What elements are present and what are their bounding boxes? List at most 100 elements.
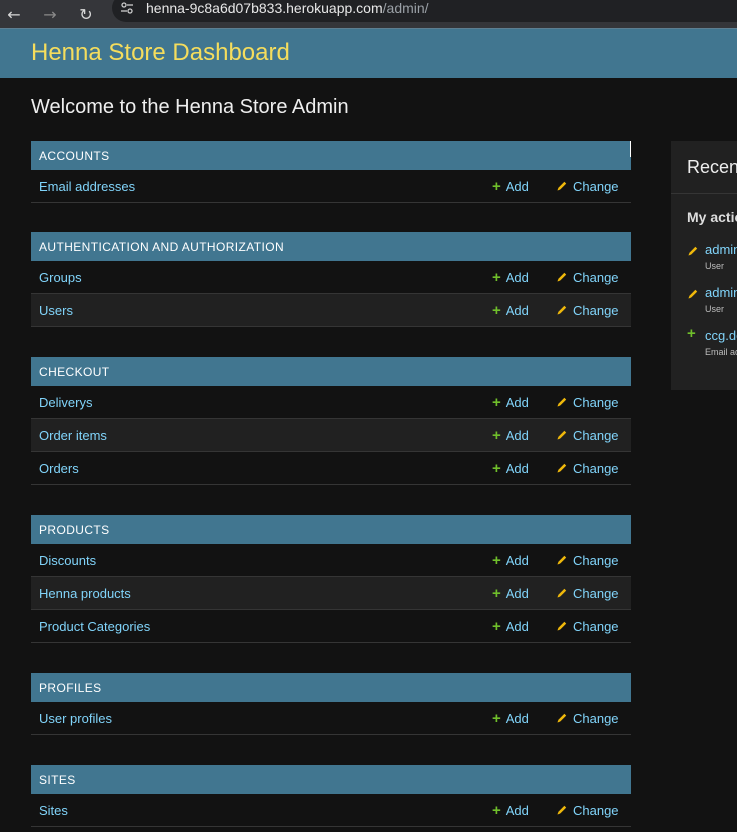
change-link[interactable]: Change — [556, 803, 619, 818]
pencil-icon — [556, 396, 568, 408]
add-label: Add — [505, 585, 529, 601]
change-link[interactable]: Change — [556, 711, 619, 726]
model-row: Orders + Add Change — [31, 452, 631, 485]
add-link[interactable]: + Add — [492, 179, 529, 194]
add-label: Add — [505, 552, 529, 568]
add-label: Add — [505, 178, 529, 194]
add-label: Add — [505, 269, 529, 285]
change-label: Change — [573, 618, 619, 634]
change-label: Change — [573, 585, 619, 601]
add-link[interactable]: + Add — [492, 711, 529, 726]
forward-icon[interactable]: → — [36, 4, 64, 24]
change-label: Change — [573, 427, 619, 443]
change-link[interactable]: Change — [556, 461, 619, 476]
plus-icon: + — [492, 301, 501, 319]
model-link[interactable]: Henna products — [39, 586, 131, 601]
model-link[interactable]: Sites — [39, 803, 68, 818]
plus-icon: + — [492, 459, 501, 477]
module-caption[interactable]: AUTHENTICATION AND AUTHORIZATION — [31, 232, 631, 261]
app-module-sites: SITES Sites + Add Change — [31, 765, 631, 827]
recent-action-link[interactable]: admin — [705, 242, 737, 257]
add-label: Add — [505, 460, 529, 476]
module-caption[interactable]: PROFILES — [31, 673, 631, 702]
address-bar[interactable]: henna-9c8a6d07b833.herokuapp.com/admin/ — [112, 0, 737, 22]
change-label: Change — [573, 710, 619, 726]
add-link[interactable]: + Add — [492, 428, 529, 443]
module-caption[interactable]: SITES — [31, 765, 631, 794]
change-label: Change — [573, 302, 619, 318]
browser-toolbar: ← → ↻ henna-9c8a6d07b833.herokuapp.com/a… — [0, 0, 737, 28]
change-link[interactable]: Change — [556, 179, 619, 194]
model-link[interactable]: Groups — [39, 270, 82, 285]
add-link[interactable]: + Add — [492, 553, 529, 568]
change-link[interactable]: Change — [556, 428, 619, 443]
back-icon[interactable]: ← — [0, 4, 28, 24]
divider — [671, 193, 737, 194]
site-brand[interactable]: Henna Store Dashboard — [31, 39, 290, 67]
model-row: Product Categories + Add Change — [31, 610, 631, 643]
add-link[interactable]: + Add — [492, 303, 529, 318]
model-row: Email addresses + Add Change — [31, 170, 631, 203]
add-link[interactable]: + Add — [492, 619, 529, 634]
model-link[interactable]: Email addresses — [39, 179, 135, 194]
model-link[interactable]: Users — [39, 303, 73, 318]
recent-action-link[interactable]: admin — [705, 285, 737, 300]
add-label: Add — [505, 618, 529, 634]
change-link[interactable]: Change — [556, 553, 619, 568]
add-link[interactable]: + Add — [492, 803, 529, 818]
model-row: Groups + Add Change — [31, 261, 631, 294]
add-link[interactable]: + Add — [492, 270, 529, 285]
url-path: /admin/ — [382, 0, 429, 16]
plus-icon: + — [492, 617, 501, 635]
plus-icon: + — [492, 801, 501, 819]
app-module-products: PRODUCTS Discounts + Add Change Henna product… — [31, 515, 631, 643]
change-label: Change — [573, 269, 619, 285]
change-link[interactable]: Change — [556, 270, 619, 285]
model-link[interactable]: Deliverys — [39, 395, 92, 410]
model-row: Users + Add Change — [31, 294, 631, 327]
module-caption[interactable]: ACCOUNTS — [31, 141, 631, 170]
reload-icon[interactable]: ↻ — [72, 4, 100, 24]
add-label: Add — [505, 302, 529, 318]
model-link[interactable]: Discounts — [39, 553, 96, 568]
pencil-icon — [556, 620, 568, 632]
model-row: Henna products + Add Change — [31, 577, 631, 610]
pencil-icon — [556, 554, 568, 566]
change-label: Change — [573, 552, 619, 568]
site-settings-icon[interactable] — [118, 0, 136, 17]
recent-action-link[interactable]: ccg.dev — [705, 328, 737, 343]
recent-action-type: User — [705, 304, 725, 314]
model-link[interactable]: Product Categories — [39, 619, 150, 634]
change-label: Change — [573, 178, 619, 194]
plus-icon: + — [492, 393, 501, 411]
model-link[interactable]: Orders — [39, 461, 79, 476]
pencil-icon — [556, 271, 568, 283]
model-link[interactable]: Order items — [39, 428, 107, 443]
change-link[interactable]: Change — [556, 586, 619, 601]
add-link[interactable]: + Add — [492, 461, 529, 476]
app-module-accounts: ACCOUNTS Email addresses + Add Change — [31, 141, 631, 203]
pencil-icon — [556, 304, 568, 316]
change-label: Change — [573, 460, 619, 476]
change-label: Change — [573, 802, 619, 818]
plus-icon: + — [492, 709, 501, 727]
model-row: Deliverys + Add Change — [31, 386, 631, 419]
model-row: Sites + Add Change — [31, 794, 631, 827]
change-link[interactable]: Change — [556, 619, 619, 634]
plus-icon: + — [492, 551, 501, 569]
plus-icon: + — [492, 268, 501, 286]
change-link[interactable]: Change — [556, 395, 619, 410]
pencil-icon — [687, 287, 699, 305]
model-row: Order items + Add Change — [31, 419, 631, 452]
module-caption[interactable]: CHECKOUT — [31, 357, 631, 386]
my-actions-heading: My actions — [687, 209, 737, 225]
module-caption[interactable]: PRODUCTS — [31, 515, 631, 544]
pencil-icon — [556, 462, 568, 474]
add-label: Add — [505, 802, 529, 818]
change-link[interactable]: Change — [556, 303, 619, 318]
add-link[interactable]: + Add — [492, 395, 529, 410]
pencil-icon — [556, 587, 568, 599]
add-link[interactable]: + Add — [492, 586, 529, 601]
model-link[interactable]: User profiles — [39, 711, 112, 726]
page-title: Welcome to the Henna Store Admin — [31, 96, 349, 118]
